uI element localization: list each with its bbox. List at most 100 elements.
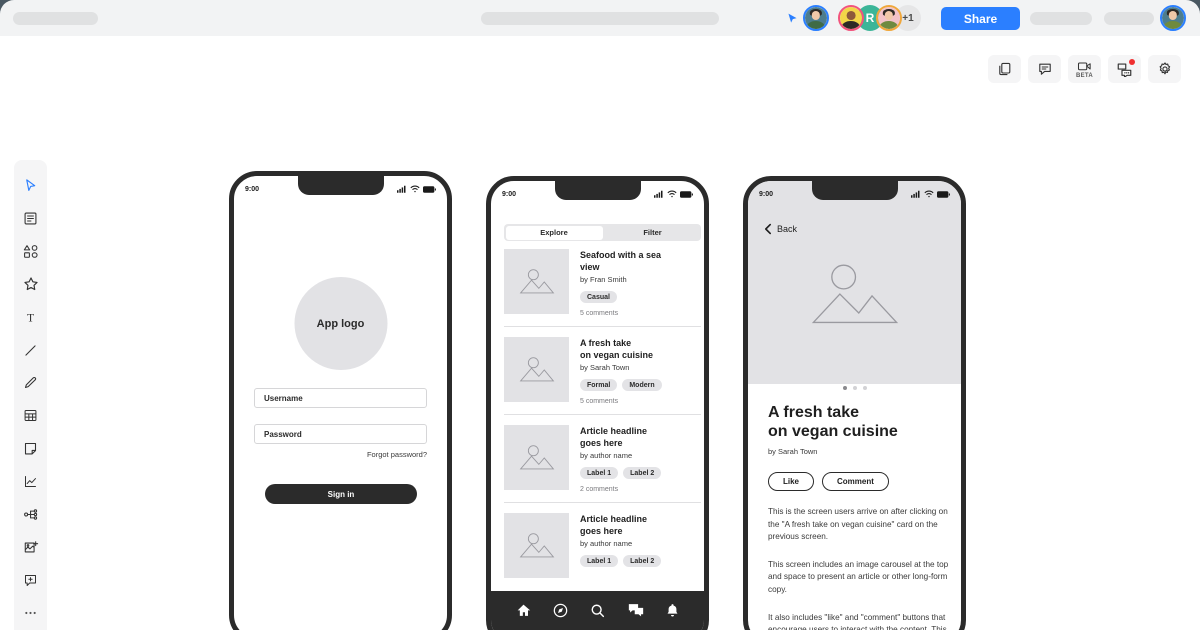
password-input[interactable]: Password [254, 424, 427, 444]
avatar[interactable] [876, 5, 902, 31]
tool-add-image[interactable] [14, 531, 47, 564]
tag-list: Label 1 Label 2 [580, 555, 701, 567]
header-title-placeholder [481, 11, 719, 25]
status-time: 9:00 [502, 190, 517, 198]
carousel-dot[interactable] [842, 386, 847, 390]
tool-table[interactable] [14, 399, 47, 432]
tool-add-comment[interactable] [14, 564, 47, 597]
signal-icon [911, 190, 920, 198]
tag-list: Casual [580, 291, 701, 303]
tag[interactable]: Label 1 [580, 555, 619, 567]
tool-star[interactable] [14, 268, 47, 301]
battery-icon [680, 190, 693, 198]
avatar[interactable] [838, 5, 864, 31]
chat-button[interactable] [1108, 55, 1141, 83]
tag[interactable]: Label 1 [580, 467, 619, 479]
video-button[interactable]: BETA [1068, 55, 1101, 83]
tag-list: Label 1 Label 2 [580, 467, 701, 479]
comment-count: 5 comments [580, 310, 619, 317]
wifi-icon [410, 185, 420, 193]
current-user-avatar[interactable] [1160, 5, 1186, 31]
compass-icon[interactable] [553, 603, 568, 618]
phone-mockup-feed[interactable]: 9:00 Explore Filter Seafood with a sea v… [486, 176, 709, 630]
app-logo-placeholder: App logo [294, 277, 387, 370]
comment-count: 5 comments [580, 398, 619, 405]
card-author: by author name [580, 539, 633, 548]
card-title: A fresh take on vegan cuisine [580, 338, 654, 360]
article-author: by Sarah Town [768, 447, 818, 456]
card-author: by Sarah Town [580, 363, 630, 372]
phone-notch [811, 181, 898, 200]
tool-line[interactable] [14, 334, 47, 367]
canvas-right-toolbar: BETA [988, 55, 1181, 83]
back-button[interactable]: Back [764, 223, 797, 235]
article-paragraph: It also includes "like" and "comment" bu… [768, 612, 947, 630]
svg-text:T: T [27, 311, 34, 324]
canvas[interactable]: BETA T 9:00 App logo Username Password F… [0, 36, 1200, 630]
home-icon[interactable] [516, 603, 531, 617]
collaborator-avatars: R +1 [803, 5, 921, 31]
app-header: R +1 Share [0, 0, 1200, 36]
tool-mindmap[interactable] [14, 498, 47, 531]
forgot-password-link[interactable]: Forgot password? [367, 450, 427, 459]
bell-icon[interactable] [666, 603, 679, 618]
carousel-dots[interactable] [842, 386, 867, 390]
tag[interactable]: Label 2 [623, 555, 662, 567]
tool-shapes[interactable] [14, 235, 47, 268]
tool-text[interactable]: T [14, 301, 47, 334]
phone-mockup-article[interactable]: 9:00 Back A fresh take on vegan cuisine … [743, 176, 966, 630]
carousel-dot[interactable] [862, 386, 867, 390]
article-actions: Like Comment [768, 472, 954, 491]
card-author: by Fran Smith [580, 275, 627, 284]
tab-explore[interactable]: Explore [505, 225, 603, 240]
signal-icon [654, 190, 663, 198]
thumbnail-placeholder [504, 337, 569, 402]
card-author: by author name [580, 451, 633, 460]
beta-badge: BETA [1075, 72, 1094, 79]
tag[interactable]: Label 2 [623, 467, 662, 479]
page-title: A fresh take on vegan cuisine [768, 404, 898, 440]
search-icon[interactable] [590, 603, 605, 618]
thumbnail-placeholder [504, 513, 569, 578]
header-left-placeholder [13, 11, 98, 25]
list-item[interactable]: Article headline goes here by author nam… [504, 414, 701, 502]
comment-button[interactable] [1028, 55, 1061, 83]
phone-mockup-login[interactable]: 9:00 App logo Username Password Forgot p… [229, 171, 452, 630]
list-item[interactable]: Article headline goes here by author nam… [504, 502, 701, 587]
canvas-left-toolbar: T [14, 160, 47, 630]
comment-count: 2 comments [580, 486, 619, 493]
thumbnail-placeholder [504, 425, 569, 490]
tag[interactable]: Casual [580, 291, 617, 303]
tool-card[interactable] [14, 432, 47, 465]
tool-chart[interactable] [14, 465, 47, 498]
tag[interactable]: Formal [580, 379, 618, 391]
tool-sticky-note[interactable] [14, 202, 47, 235]
status-time: 9:00 [245, 185, 260, 193]
tool-select[interactable] [14, 169, 47, 202]
card-title: Article headline goes here [580, 514, 648, 536]
username-input[interactable]: Username [254, 388, 427, 408]
cursor-icon [788, 13, 797, 23]
tag[interactable]: Modern [622, 379, 662, 391]
like-button[interactable]: Like [768, 472, 815, 491]
tab-filter[interactable]: Filter [604, 224, 701, 241]
notification-dot [1129, 59, 1135, 65]
settings-button[interactable] [1148, 55, 1181, 83]
chat-icon[interactable] [628, 603, 644, 617]
share-button[interactable]: Share [941, 7, 1020, 30]
tool-more[interactable] [14, 597, 47, 630]
sign-in-button[interactable]: Sign in [265, 484, 417, 504]
avatar[interactable] [803, 5, 829, 31]
phone-notch [297, 176, 384, 195]
hero-image-placeholder[interactable] [748, 181, 961, 384]
segmented-control[interactable]: Explore Filter [504, 224, 701, 241]
comment-button[interactable]: Comment [822, 472, 889, 491]
pages-button[interactable] [988, 55, 1021, 83]
bottom-tab-bar [491, 591, 704, 630]
signal-icon [397, 185, 406, 193]
carousel-dot[interactable] [852, 386, 857, 390]
list-item[interactable]: A fresh take on vegan cuisine by Sarah T… [504, 326, 701, 414]
list-item[interactable]: Seafood with a sea view by Fran Smith Ca… [504, 249, 701, 326]
tool-pen[interactable] [14, 367, 47, 400]
card-title: Seafood with a sea view [580, 250, 662, 272]
